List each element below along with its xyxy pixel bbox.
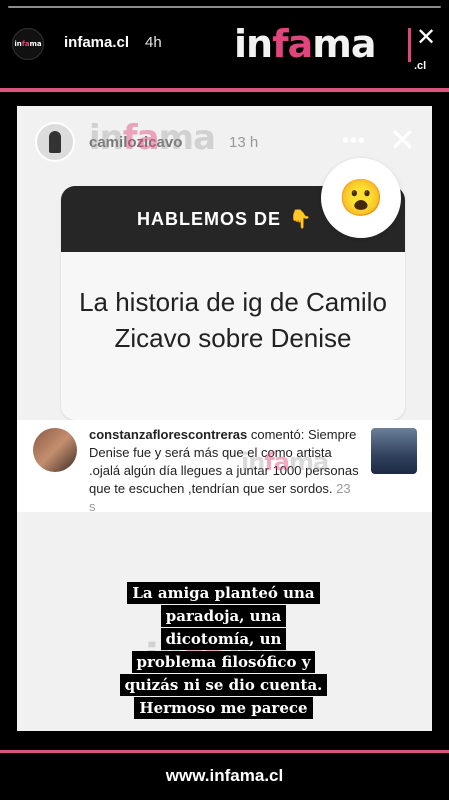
brand-divider xyxy=(408,28,411,62)
post-thumbnail xyxy=(371,428,417,474)
question-header-label: HABLEMOS DE xyxy=(137,208,282,229)
comment-notification: constanzaflorescontreras comentó: Siempr… xyxy=(17,420,432,514)
question-body: La historia de ig de Camilo Zicavo sobre… xyxy=(79,287,387,353)
commenter-username: constanzaflorescontreras xyxy=(89,427,248,442)
caption-line: Hermoso me parece xyxy=(134,697,313,719)
bottom-accent-line xyxy=(0,750,449,753)
brand-suffix: .cl xyxy=(414,60,427,72)
story-header: in fa ma infama.cl 4h infama .cl ✕ xyxy=(0,14,449,72)
footer-url[interactable]: www.infama.cl xyxy=(0,766,449,786)
top-accent-line xyxy=(0,88,449,92)
caption-line: paradoja, una xyxy=(160,605,287,627)
watermark-logo-mid: infama xyxy=(241,448,329,476)
pointing-down-emoji: 👇 xyxy=(289,208,312,229)
account-name[interactable]: infama.cl xyxy=(64,34,129,51)
commenter-avatar xyxy=(33,428,77,472)
embedded-close-icon: ✕ xyxy=(389,122,416,158)
watermark-logo: infama xyxy=(89,118,216,158)
account-avatar[interactable]: in fa ma xyxy=(12,28,44,60)
comment-verb: comentó: xyxy=(250,427,305,442)
story-timestamp: 4h xyxy=(145,34,162,51)
embedded-avatar xyxy=(35,122,75,162)
caption-line: quizás ni se dio cuenta. xyxy=(119,674,328,696)
brand-logo: infama xyxy=(234,22,377,66)
close-icon[interactable]: ✕ xyxy=(416,26,436,50)
caption-line: problema filosófico y xyxy=(131,651,316,673)
caption-line: La amiga planteó una xyxy=(127,582,320,604)
embedded-timestamp: 13 h xyxy=(229,134,259,151)
story-progress-bar xyxy=(8,6,441,8)
caption-text: La amiga planteó una paradoja, una dicot… xyxy=(110,582,337,720)
surprised-face-emoji-sticker: 😮 xyxy=(321,158,401,238)
caption-line: dicotomía, un xyxy=(160,628,287,650)
more-options-icon: ••• xyxy=(342,130,367,152)
